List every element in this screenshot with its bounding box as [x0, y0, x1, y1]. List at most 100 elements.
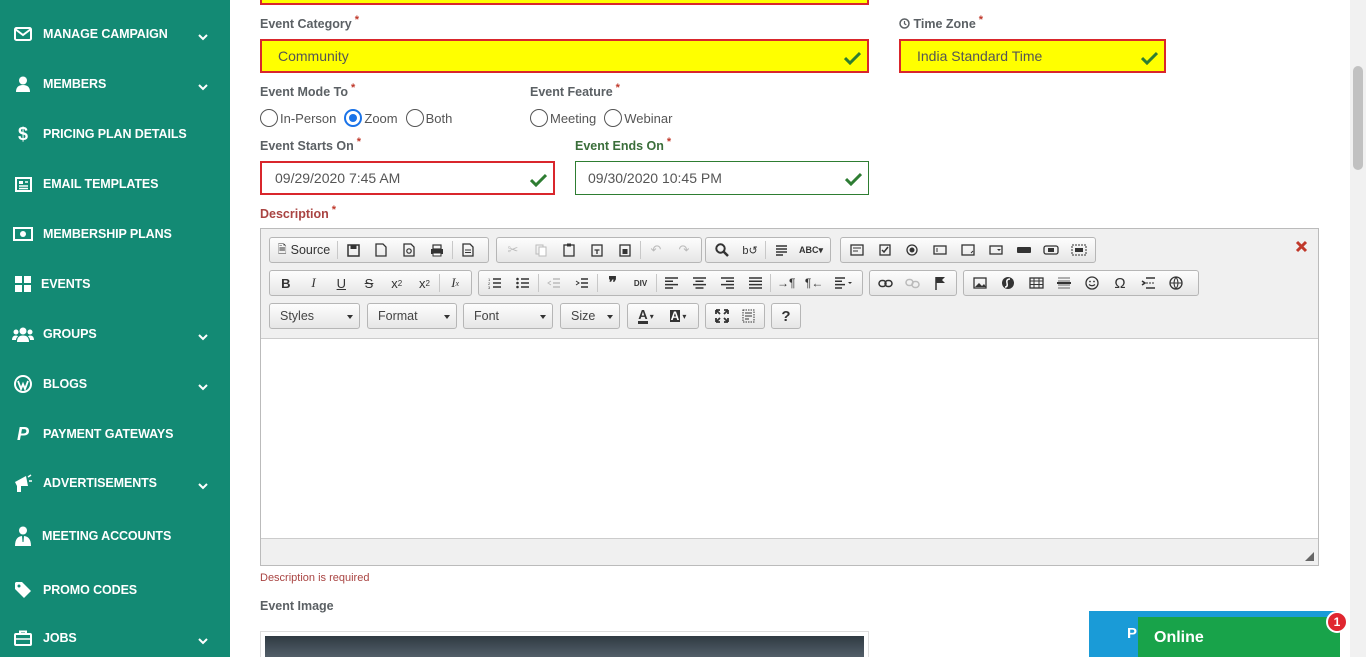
justify-button[interactable]: [741, 272, 769, 294]
align-left-button[interactable]: [658, 272, 686, 294]
checkbox-button[interactable]: [871, 239, 899, 261]
sidebar-item-groups[interactable]: GROUPS: [0, 317, 230, 351]
online-chat-widget[interactable]: Online: [1138, 617, 1340, 657]
paste-button[interactable]: [555, 239, 583, 261]
superscript-button[interactable]: x2: [411, 272, 439, 294]
spellcheck-button[interactable]: ABC▾: [795, 239, 827, 261]
maximize-button[interactable]: [708, 305, 735, 327]
sidebar-item-pricing-plan-details[interactable]: $ PRICING PLAN DETAILS: [0, 117, 230, 151]
show-blocks-button[interactable]: [735, 305, 762, 327]
radio-zoom[interactable]: Zoom: [344, 109, 398, 127]
clock-icon: [899, 18, 910, 32]
paste-text-button[interactable]: [583, 239, 611, 261]
replace-button[interactable]: b↺: [736, 239, 764, 261]
language-button[interactable]: [828, 272, 860, 294]
outdent-button[interactable]: [540, 272, 568, 294]
new-page-button[interactable]: [367, 239, 395, 261]
smiley-button[interactable]: [1078, 272, 1106, 294]
align-center-button[interactable]: [685, 272, 713, 294]
font-dropdown[interactable]: Font: [463, 303, 553, 329]
select-button[interactable]: [982, 239, 1010, 261]
subscript-button[interactable]: x2: [383, 272, 411, 294]
image-button[interactable]: [966, 272, 994, 294]
bulleted-list-button[interactable]: [509, 272, 537, 294]
event-starts-input[interactable]: 09/29/2020 7:45 AM: [260, 161, 555, 195]
indent-button[interactable]: [568, 272, 596, 294]
toolbar-group-clipboard: ✂ ↶ ↷: [496, 237, 702, 263]
preview-button[interactable]: [395, 239, 423, 261]
sidebar-item-advertisements[interactable]: ADVERTISEMENTS: [0, 466, 230, 500]
strike-button[interactable]: S: [355, 272, 383, 294]
sidebar-item-email-templates[interactable]: EMAIL TEMPLATES: [0, 167, 230, 201]
sidebar-item-payment-gateways[interactable]: P PAYMENT GATEWAYS: [0, 417, 230, 451]
remove-format-button[interactable]: Ix: [441, 272, 469, 294]
event-ends-input[interactable]: 09/30/2020 10:45 PM: [575, 161, 869, 195]
sidebar-item-events[interactable]: EVENTS: [0, 267, 230, 301]
templates-button[interactable]: [454, 239, 482, 261]
align-right-button[interactable]: [713, 272, 741, 294]
description-editor-area[interactable]: [261, 338, 1318, 539]
event-image-preview[interactable]: [260, 631, 869, 657]
button-tool[interactable]: [1010, 239, 1038, 261]
table-button[interactable]: [1022, 272, 1050, 294]
image-button-tool[interactable]: [1037, 239, 1065, 261]
sidebar-item-members[interactable]: MEMBERS: [0, 67, 230, 101]
ltr-button[interactable]: →¶: [772, 272, 800, 294]
numbered-list-button[interactable]: 123: [481, 272, 509, 294]
select-all-button[interactable]: [767, 239, 795, 261]
redo-button[interactable]: ↷: [670, 239, 698, 261]
format-dropdown[interactable]: Format: [367, 303, 457, 329]
find-button[interactable]: [708, 239, 736, 261]
sidebar-item-manage-campaign[interactable]: MANAGE CAMPAIGN: [0, 17, 230, 51]
resize-handle[interactable]: [1305, 552, 1314, 561]
cut-button[interactable]: ✂: [499, 239, 527, 261]
underline-button[interactable]: U: [327, 272, 355, 294]
sidebar-item-blogs[interactable]: BLOGS: [0, 367, 230, 401]
radio-meeting[interactable]: Meeting: [530, 109, 596, 127]
italic-button[interactable]: I: [300, 272, 328, 294]
iframe-button[interactable]: [1162, 272, 1190, 294]
rtl-button[interactable]: ¶←: [800, 272, 828, 294]
radio-button-tool[interactable]: [899, 239, 927, 261]
page-break-button[interactable]: [1134, 272, 1162, 294]
close-icon[interactable]: [1295, 240, 1308, 258]
scrollbar-thumb[interactable]: [1353, 66, 1363, 170]
radio-both[interactable]: Both: [405, 109, 452, 127]
help-button[interactable]: ?: [774, 305, 798, 327]
time-zone-select[interactable]: India Standard Time: [899, 39, 1166, 73]
sidebar-item-promo-codes[interactable]: PROMO CODES: [0, 573, 230, 607]
source-button[interactable]: 🗎 Source: [272, 239, 336, 261]
sidebar-item-meeting-accounts[interactable]: MEETING ACCOUNTS: [0, 519, 230, 553]
styles-dropdown[interactable]: Styles: [269, 303, 360, 329]
create-div-button[interactable]: DIV: [627, 272, 655, 294]
hidden-field-button[interactable]: [1065, 239, 1093, 261]
event-category-select[interactable]: Community: [260, 39, 869, 73]
sidebar-item-membership-plans[interactable]: MEMBERSHIP PLANS: [0, 217, 230, 251]
undo-button[interactable]: ↶: [642, 239, 670, 261]
flash-button[interactable]: [994, 272, 1022, 294]
text-field-button[interactable]: [926, 239, 954, 261]
form-button[interactable]: [843, 239, 871, 261]
text-color-button[interactable]: A ▾: [630, 305, 662, 327]
bg-color-button[interactable]: A ▾: [662, 305, 694, 327]
radio-in-person[interactable]: In-Person: [260, 109, 336, 127]
previous-field[interactable]: [260, 0, 869, 5]
save-button[interactable]: [339, 239, 367, 261]
paste-word-button[interactable]: [611, 239, 639, 261]
horizontal-rule-button[interactable]: [1050, 272, 1078, 294]
toolbar-group-tools: [705, 303, 765, 329]
link-button[interactable]: [872, 272, 899, 294]
blockquote-button[interactable]: ❞: [599, 272, 627, 294]
sidebar-item-jobs[interactable]: JOBS: [0, 621, 230, 655]
radio-webinar[interactable]: Webinar: [604, 109, 672, 127]
anchor-button[interactable]: [927, 272, 954, 294]
print-button[interactable]: [423, 239, 451, 261]
unlink-button[interactable]: [899, 272, 926, 294]
event-feature-radio-group: Meeting Webinar: [530, 109, 680, 127]
size-dropdown[interactable]: Size: [560, 303, 620, 329]
special-char-button[interactable]: Ω: [1106, 272, 1134, 294]
bold-button[interactable]: B: [272, 272, 300, 294]
scrollbar[interactable]: [1350, 0, 1366, 657]
copy-button[interactable]: [527, 239, 555, 261]
textarea-button[interactable]: [954, 239, 982, 261]
